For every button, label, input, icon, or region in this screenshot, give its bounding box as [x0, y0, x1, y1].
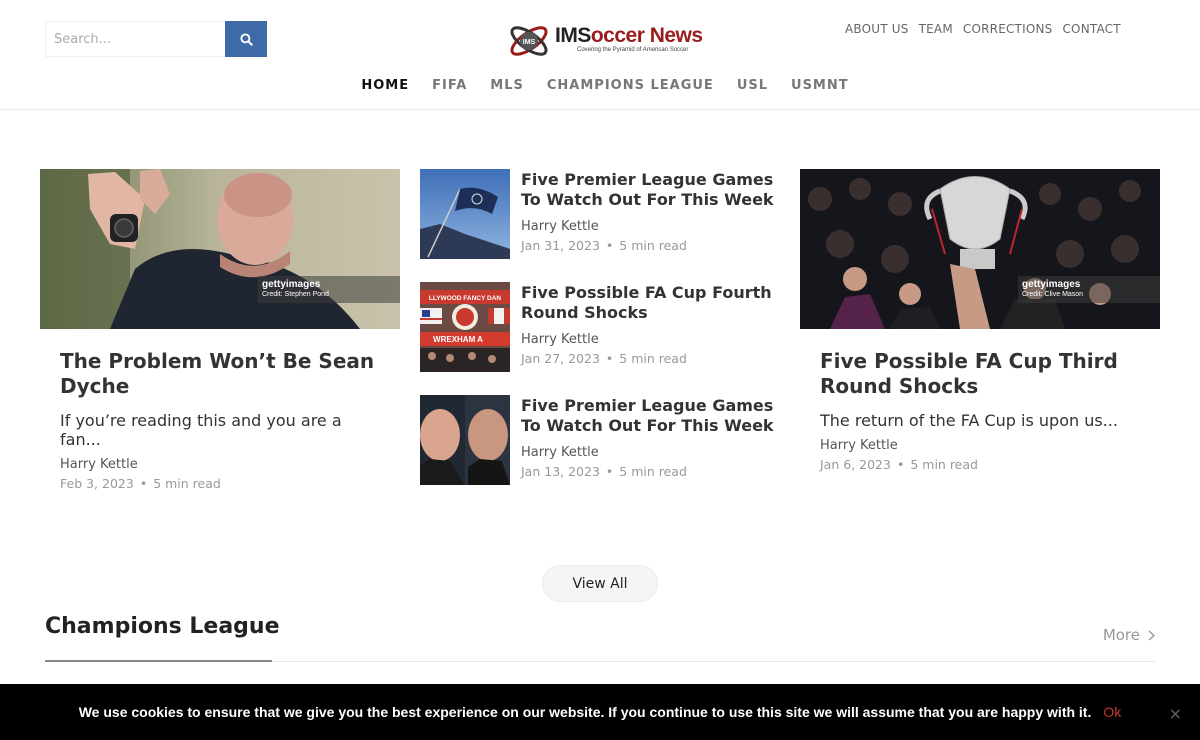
article-meta: Jan 27, 2023 • 5 min read — [521, 351, 780, 366]
nav-champions-league[interactable]: CHAMPIONS LEAGUE — [547, 78, 714, 93]
article-thumbnail[interactable] — [420, 169, 510, 259]
logo-ball-icon: IMS — [505, 15, 553, 63]
section-underline — [45, 660, 272, 662]
cookie-message: We use cookies to ensure that we give yo… — [78, 704, 1092, 720]
top-link-contact[interactable]: CONTACT — [1062, 22, 1120, 36]
article-author[interactable]: Harry Kettle — [820, 438, 1140, 453]
section-title: Champions League — [45, 614, 280, 639]
article-date: Jan 27, 2023 — [521, 351, 600, 366]
article-meta: Jan 6, 2023 • 5 min read — [820, 457, 1140, 472]
article-title[interactable]: Five Possible FA Cup Fourth Round Shocks — [521, 283, 780, 323]
article-image[interactable]: gettyimages Credit: Stephen Pond — [40, 169, 400, 329]
cookie-banner: We use cookies to ensure that we give yo… — [0, 684, 1200, 740]
meta-separator: • — [605, 464, 614, 479]
article-author[interactable]: Harry Kettle — [521, 445, 780, 460]
top-links: ABOUT US TEAM CORRECTIONS CONTACT — [845, 22, 1121, 36]
meta-separator: • — [605, 351, 614, 366]
article-thumbnail[interactable]: LLYWOOD FANCY DAN WREXHAM A — [420, 282, 510, 372]
banner-text: LLYWOOD FANCY DAN — [429, 295, 502, 302]
site-header: IMS IMSoccer News Covering the Pyramid o… — [0, 0, 1200, 110]
read-time: 5 min read — [153, 476, 221, 491]
meta-separator: • — [139, 476, 148, 491]
nav-mls[interactable]: MLS — [490, 78, 524, 93]
logo-badge-text: IMS — [523, 39, 536, 46]
nav-home[interactable]: HOME — [361, 78, 409, 93]
more-link[interactable]: More — [1103, 626, 1155, 644]
article-date: Jan 6, 2023 — [820, 457, 891, 472]
article-thumbnail[interactable] — [420, 395, 510, 485]
cookie-ok-button[interactable]: Ok — [1103, 704, 1121, 720]
top-link-team[interactable]: TEAM — [919, 22, 953, 36]
article-image[interactable]: gettyimages Credit: Clive Mason — [800, 169, 1160, 329]
article-author[interactable]: Harry Kettle — [60, 457, 380, 472]
nav-fifa[interactable]: FIFA — [432, 78, 467, 93]
more-label: More — [1102, 626, 1140, 644]
article-excerpt: The return of the FA Cup is upon us... — [820, 411, 1118, 430]
search-button[interactable] — [225, 21, 267, 57]
getty-watermark: gettyimages Credit: Stephen Pond — [258, 276, 400, 303]
section-header: Champions League More — [45, 614, 1155, 662]
article-date: Feb 3, 2023 — [60, 476, 134, 491]
article-excerpt: If you’re reading this and you are a fan… — [60, 411, 342, 449]
article-author[interactable]: Harry Kettle — [521, 332, 780, 347]
top-link-corrections[interactable]: CORRECTIONS — [963, 22, 1053, 36]
article-date: Jan 13, 2023 — [521, 464, 600, 479]
search-input[interactable] — [45, 21, 225, 57]
logo-ims: IMS — [555, 24, 591, 47]
getty-logo: gettyimages — [1022, 279, 1081, 290]
read-time: 5 min read — [619, 238, 687, 253]
read-time: 5 min read — [910, 457, 978, 472]
top-link-about[interactable]: ABOUT US — [845, 22, 909, 36]
chevron-right-icon — [1148, 629, 1155, 641]
read-time: 5 min read — [619, 351, 687, 366]
list-item[interactable]: Five Premier League Games To Watch Out F… — [420, 395, 780, 508]
list-item[interactable]: LLYWOOD FANCY DAN WREXHAM A Five Possibl… — [420, 282, 780, 395]
banner-text: WREXHAM A — [433, 335, 483, 344]
main-nav: HOME FIFA MLS CHAMPIONS LEAGUE USL USMNT — [0, 78, 1200, 93]
view-all-button[interactable]: View All — [542, 565, 658, 602]
nav-usmnt[interactable]: USMNT — [791, 78, 849, 93]
getty-watermark: gettyimages Credit: Clive Mason — [1018, 276, 1160, 303]
article-title[interactable]: Five Possible FA Cup Third Round Shocks — [820, 349, 1140, 399]
search-icon — [239, 32, 253, 46]
logo-name: occer News — [590, 24, 703, 47]
article-date: Jan 31, 2023 — [521, 238, 600, 253]
nav-usl[interactable]: USL — [737, 78, 768, 93]
article-meta: Feb 3, 2023 • 5 min read — [60, 476, 380, 491]
article-meta: Jan 13, 2023 • 5 min read — [521, 464, 780, 479]
close-icon[interactable]: × — [1169, 704, 1182, 723]
article-meta: Jan 31, 2023 • 5 min read — [521, 238, 780, 253]
list-item[interactable]: Five Premier League Games To Watch Out F… — [420, 169, 780, 282]
article-list: Five Premier League Games To Watch Out F… — [420, 169, 780, 508]
photo-credit: Credit: Stephen Pond — [262, 291, 329, 298]
logo-tagline: Covering the Pyramid of American Soccer — [577, 47, 689, 53]
article-author[interactable]: Harry Kettle — [521, 219, 780, 234]
photo-credit: Credit: Clive Mason — [1022, 291, 1084, 298]
meta-separator: • — [896, 457, 905, 472]
getty-logo: gettyimages — [262, 279, 321, 290]
article-title[interactable]: Five Premier League Games To Watch Out F… — [521, 170, 780, 210]
meta-separator: • — [605, 238, 614, 253]
read-time: 5 min read — [619, 464, 687, 479]
featured-article[interactable]: gettyimages Credit: Stephen Pond The Pro… — [40, 169, 400, 491]
article-title[interactable]: The Problem Won’t Be Sean Dyche — [60, 349, 380, 399]
site-logo[interactable]: IMS IMSoccer News Covering the Pyramid o… — [505, 14, 703, 64]
featured-article[interactable]: gettyimages Credit: Clive Mason Five Pos… — [800, 169, 1160, 472]
search-form — [45, 21, 267, 57]
article-title[interactable]: Five Premier League Games To Watch Out F… — [521, 396, 780, 436]
